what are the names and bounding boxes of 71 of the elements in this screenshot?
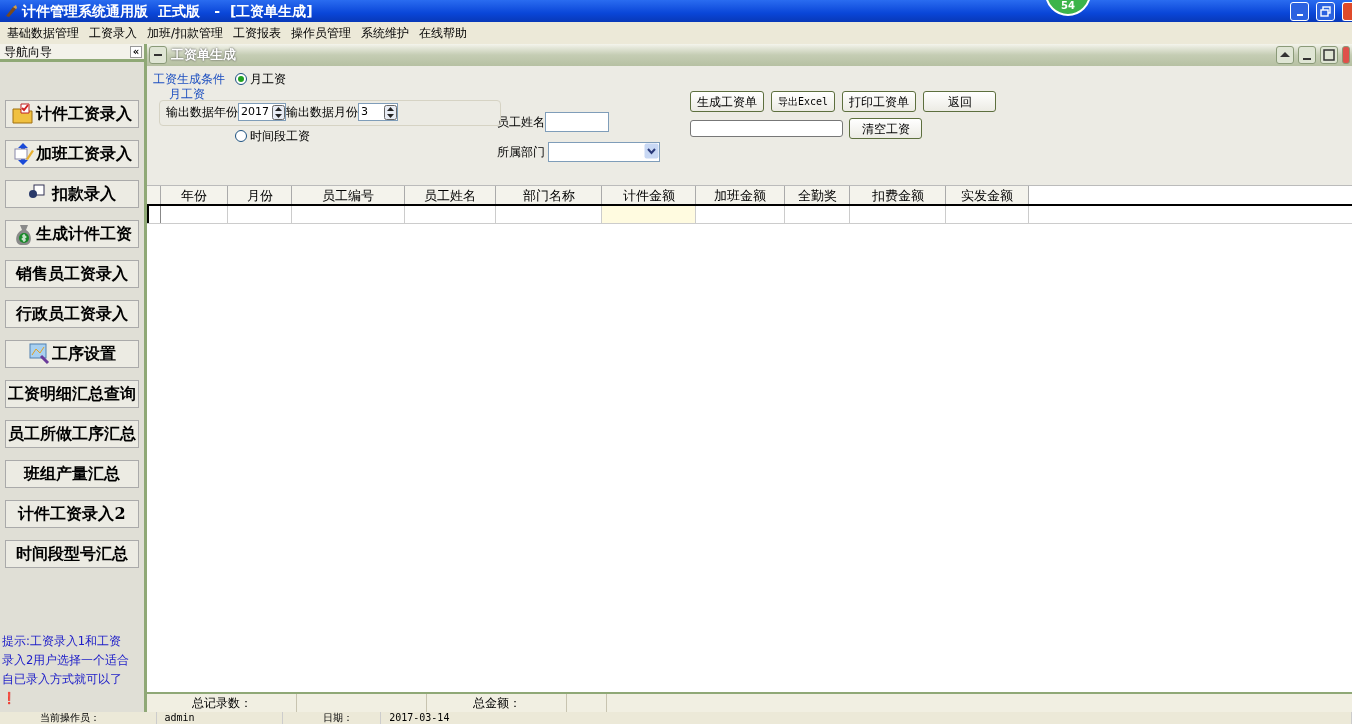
nav-button[interactable]: 班组产量汇总 bbox=[5, 460, 139, 488]
nav-button[interactable]: 计件工资录入2 bbox=[5, 500, 139, 528]
maximize-button[interactable] bbox=[1320, 46, 1338, 64]
status-text: 当前操作员： bbox=[0, 712, 157, 724]
nav-button[interactable]: 工资明细汇总查询 bbox=[5, 380, 139, 408]
clear-button[interactable]: 清空工资 bbox=[849, 118, 922, 139]
arrows-pencil-icon bbox=[12, 143, 34, 165]
column-header[interactable]: 加班金额 bbox=[696, 186, 785, 204]
status-text: 2017-03-14 bbox=[381, 712, 1352, 724]
menu-item[interactable]: 加班/扣款管理 bbox=[142, 24, 229, 42]
minimize-icon bbox=[1296, 13, 1303, 16]
menu-item[interactable]: 操作员管理 bbox=[286, 24, 357, 42]
nav-button[interactable]: 扣款录入 bbox=[5, 180, 139, 208]
column-header[interactable]: 扣费金额 bbox=[850, 186, 946, 204]
restore-icon bbox=[1320, 5, 1331, 17]
year-label: 输出数据年份 bbox=[166, 104, 238, 121]
radio-option[interactable]: 时间段工资 bbox=[235, 127, 310, 145]
radio-option[interactable]: 月工资 bbox=[235, 70, 286, 88]
menu-item[interactable]: 工资录入 bbox=[84, 24, 142, 42]
panel-title: 工资单生成 bbox=[171, 46, 237, 65]
column-header[interactable]: 月份 bbox=[228, 186, 292, 204]
status-text: admin bbox=[156, 712, 283, 724]
employee-name-field[interactable] bbox=[545, 112, 609, 132]
magnifier-icon bbox=[28, 343, 50, 365]
spinner-arrows-icon bbox=[272, 104, 285, 120]
sidebar-title: 导航向导 bbox=[4, 43, 52, 61]
nav-button[interactable]: 时间段型号汇总 bbox=[5, 540, 139, 568]
folder-check-icon bbox=[12, 103, 34, 125]
month-spinner[interactable]: 3 bbox=[358, 103, 398, 121]
action-button[interactable]: 返回 bbox=[923, 91, 997, 112]
column-header[interactable]: 员工编号 bbox=[292, 186, 405, 204]
section-legend: 工资生成条件 bbox=[153, 70, 225, 88]
column-header[interactable]: 全勤奖 bbox=[785, 186, 850, 204]
column-header[interactable]: 部门名称 bbox=[496, 186, 602, 204]
nav-button[interactable]: 销售员工资录入 bbox=[5, 260, 139, 288]
menu-item[interactable]: 系统维护 bbox=[356, 24, 415, 42]
nav-button[interactable]: 加班工资录入 bbox=[5, 140, 139, 168]
collapse-button[interactable]: « bbox=[130, 45, 142, 58]
collapse-button[interactable] bbox=[149, 46, 167, 64]
app-logo-icon bbox=[4, 4, 18, 18]
group-legend: 月工资 bbox=[169, 88, 497, 100]
nav-button[interactable]: 员工所做工序汇总 bbox=[5, 420, 139, 448]
nav-button[interactable]: 计件工资录入 bbox=[5, 100, 139, 128]
minimize-icon bbox=[1303, 58, 1311, 60]
department-label: 所属部门 bbox=[497, 144, 545, 161]
year-spinner[interactable]: 2017 bbox=[238, 103, 286, 121]
nav-button[interactable]: 工序设置 bbox=[5, 340, 139, 368]
hint-text: 提示:工资录入1和工资录入2用户选择一个适合自已录入方式就可以了❗ bbox=[1, 633, 131, 707]
month-label: 输出数据月份 bbox=[286, 104, 358, 121]
action-button[interactable]: 打印工资单 bbox=[842, 91, 917, 112]
nav-button[interactable]: 生成计件工资 bbox=[5, 220, 139, 248]
menu-item[interactable]: 基础数据管理 bbox=[2, 24, 84, 42]
scroll-up-button[interactable] bbox=[1276, 46, 1294, 64]
department-dropdown[interactable] bbox=[548, 142, 660, 162]
column-header[interactable]: 计件金额 bbox=[602, 186, 696, 204]
status-text: 日期： bbox=[282, 712, 382, 724]
maximize-icon bbox=[1323, 49, 1335, 61]
restore-button[interactable] bbox=[1316, 1, 1335, 21]
spinner-arrows-icon bbox=[384, 104, 397, 120]
window-title: 计件管理系统通用版 正式版 - [工资单生成] bbox=[22, 1, 313, 21]
action-button[interactable]: 生成工资单 bbox=[690, 91, 764, 112]
text-field[interactable] bbox=[690, 120, 843, 137]
menu-item[interactable]: 在线帮助 bbox=[414, 24, 473, 42]
column-header[interactable]: 实发金额 bbox=[946, 186, 1029, 204]
menu-item[interactable]: 工资报表 bbox=[228, 24, 287, 42]
minimize-button[interactable] bbox=[1298, 46, 1316, 64]
nav-button[interactable]: 行政员工资录入 bbox=[5, 300, 139, 328]
column-header[interactable]: 员工姓名 bbox=[405, 186, 496, 204]
chevron-down-icon bbox=[644, 143, 659, 159]
action-button[interactable]: 导出Excel bbox=[771, 91, 836, 112]
column-header[interactable]: 年份 bbox=[161, 186, 228, 204]
